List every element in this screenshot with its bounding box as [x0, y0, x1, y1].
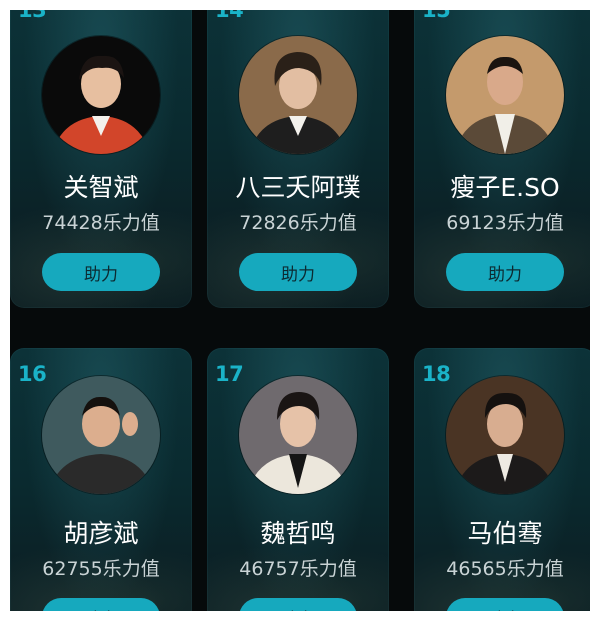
- artist-card: 17 魏哲鸣 46757乐力值 助力: [207, 348, 389, 611]
- artist-score: 69123乐力值: [414, 208, 590, 235]
- artist-score: 72826乐力值: [207, 208, 389, 235]
- artist-avatar[interactable]: [446, 36, 564, 154]
- artist-score: 46565乐力值: [414, 554, 590, 581]
- ranking-grid: 13 关智斌 74428乐力值 助力 14 八三夭阿璞 72826乐力值 助力 …: [10, 10, 590, 611]
- ranking-panel: 13 关智斌 74428乐力值 助力 14 八三夭阿璞 72826乐力值 助力 …: [10, 10, 590, 611]
- artist-card: 18 马伯骞 46565乐力值 助力: [414, 348, 590, 611]
- support-button[interactable]: 助力: [446, 253, 564, 291]
- artist-name: 关智斌: [63, 173, 139, 202]
- artist-card: 14 八三夭阿璞 72826乐力值 助力: [207, 10, 389, 308]
- artist-score: 62755乐力值: [10, 554, 192, 581]
- support-button[interactable]: 助力: [42, 598, 160, 611]
- rank-number: 17: [215, 362, 244, 386]
- artist-card: 13 关智斌 74428乐力值 助力: [10, 10, 192, 308]
- score-value: 74428: [42, 212, 103, 234]
- artist-card: 15 瘦子E.SO 69123乐力值 助力: [414, 10, 590, 308]
- score-unit: 乐力值: [102, 558, 160, 580]
- score-value: 46565: [446, 558, 507, 580]
- score-value: 69123: [446, 212, 507, 234]
- score-value: 62755: [42, 558, 103, 580]
- rank-number: 14: [215, 10, 244, 22]
- score-unit: 乐力值: [506, 212, 564, 234]
- support-button[interactable]: 助力: [446, 598, 564, 611]
- support-button[interactable]: 助力: [42, 253, 160, 291]
- artist-name: 胡彦斌: [63, 519, 139, 548]
- rank-number: 16: [18, 362, 47, 386]
- artist-name: 马伯骞: [467, 519, 543, 548]
- rank-number: 18: [422, 362, 451, 386]
- artist-score: 46757乐力值: [207, 554, 389, 581]
- artist-name: 瘦子E.SO: [450, 173, 560, 202]
- artist-avatar[interactable]: [239, 36, 357, 154]
- artist-score: 74428乐力值: [10, 208, 192, 235]
- artist-avatar[interactable]: [446, 376, 564, 494]
- score-unit: 乐力值: [102, 212, 160, 234]
- score-value: 46757: [239, 558, 300, 580]
- artist-avatar[interactable]: [42, 36, 160, 154]
- support-button[interactable]: 助力: [239, 598, 357, 611]
- rank-number: 13: [18, 10, 47, 22]
- support-button[interactable]: 助力: [239, 253, 357, 291]
- score-value: 72826: [239, 212, 300, 234]
- artist-name: 魏哲鸣: [260, 519, 336, 548]
- score-unit: 乐力值: [299, 558, 357, 580]
- artist-name: 八三夭阿璞: [235, 173, 361, 202]
- rank-number: 15: [422, 10, 451, 22]
- score-unit: 乐力值: [299, 212, 357, 234]
- artist-avatar[interactable]: [42, 376, 160, 494]
- artist-avatar[interactable]: [239, 376, 357, 494]
- artist-card: 16 胡彦斌 62755乐力值 助力: [10, 348, 192, 611]
- score-unit: 乐力值: [506, 558, 564, 580]
